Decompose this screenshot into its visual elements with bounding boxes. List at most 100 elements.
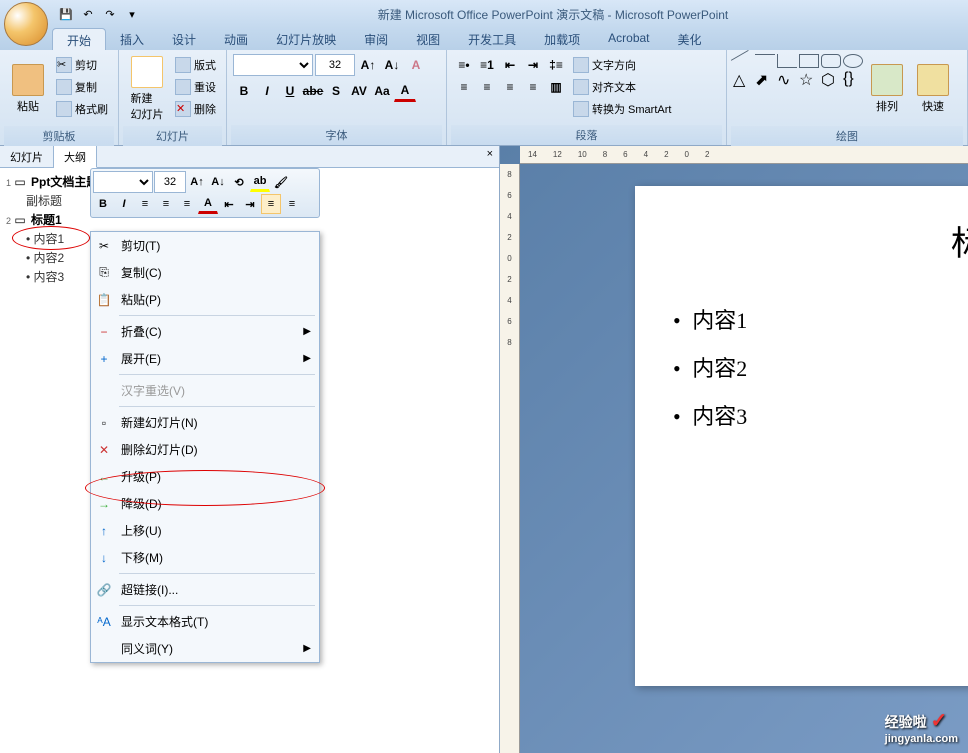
slide-canvas[interactable]: 标 内容1 内容2 内容3 bbox=[635, 186, 968, 686]
tab-addins[interactable]: 加载项 bbox=[530, 28, 594, 50]
line-spacing-button[interactable]: ‡≡ bbox=[545, 54, 567, 76]
grow-font-button[interactable]: A↑ bbox=[357, 54, 379, 76]
bold-button[interactable]: B bbox=[233, 80, 255, 102]
shape-line2-icon[interactable] bbox=[755, 54, 775, 68]
ctx-new-slide[interactable]: ▫新建幻灯片(N) bbox=[91, 409, 319, 436]
office-button[interactable] bbox=[4, 2, 48, 46]
delete-slide-button[interactable]: ✕删除 bbox=[171, 98, 220, 120]
shape-brace-icon[interactable]: {} bbox=[843, 70, 863, 84]
shape-conn-icon[interactable] bbox=[777, 54, 797, 68]
justify-button[interactable]: ≡ bbox=[522, 76, 544, 98]
tab-review[interactable]: 审阅 bbox=[350, 28, 402, 50]
mini-font-select[interactable] bbox=[93, 171, 153, 193]
change-case-button[interactable]: Aa bbox=[371, 80, 393, 102]
ctx-collapse[interactable]: −折叠(C)▶ bbox=[91, 318, 319, 345]
increase-indent-button[interactable]: ⇥ bbox=[522, 54, 544, 76]
shape-curve-icon[interactable]: ∿ bbox=[777, 70, 797, 84]
tab-animation[interactable]: 动画 bbox=[210, 28, 262, 50]
cut-button[interactable]: ✂剪切 bbox=[52, 54, 112, 76]
mini-italic[interactable]: I bbox=[114, 194, 134, 214]
tab-slideshow[interactable]: 幻灯片放映 bbox=[262, 28, 350, 50]
mini-numbering[interactable]: ≡ bbox=[282, 194, 302, 214]
panel-tab-outline[interactable]: 大纲 bbox=[54, 146, 97, 168]
mini-size-select[interactable] bbox=[154, 171, 186, 193]
tab-acrobat[interactable]: Acrobat bbox=[594, 28, 663, 50]
slide-2-title[interactable]: 标题1 bbox=[31, 213, 62, 227]
text-direction-button[interactable]: 文字方向 bbox=[569, 54, 675, 76]
font-color-button[interactable]: A bbox=[394, 80, 416, 102]
shadow-button[interactable]: S bbox=[325, 80, 347, 102]
strikethrough-button[interactable]: abe bbox=[302, 80, 324, 102]
mini-font-color[interactable]: A bbox=[198, 194, 218, 214]
ctx-move-down[interactable]: ↓下移(M) bbox=[91, 544, 319, 571]
ctx-demote[interactable]: →降级(D) bbox=[91, 490, 319, 517]
mini-dec-indent[interactable]: ⇤ bbox=[219, 194, 239, 214]
qat-dropdown[interactable]: ▾ bbox=[122, 4, 142, 24]
ctx-cut[interactable]: ✂剪切(T) bbox=[91, 232, 319, 259]
align-center-button[interactable]: ≡ bbox=[476, 76, 498, 98]
ctx-delete-slide[interactable]: ✕删除幻灯片(D) bbox=[91, 436, 319, 463]
ctx-move-up[interactable]: ↑上移(U) bbox=[91, 517, 319, 544]
reset-button[interactable]: 重设 bbox=[171, 76, 220, 98]
shape-line-icon[interactable] bbox=[731, 50, 755, 72]
mini-clear-fmt[interactable]: ⟲ bbox=[229, 172, 249, 192]
font-size-select[interactable] bbox=[315, 54, 355, 76]
mini-align-right[interactable]: ≡ bbox=[177, 194, 197, 214]
numbering-button[interactable]: ≡1 bbox=[476, 54, 498, 76]
new-slide-button[interactable]: 新建 幻灯片 bbox=[125, 54, 169, 124]
tab-beautify[interactable]: 美化 bbox=[664, 28, 716, 50]
tab-dev[interactable]: 开发工具 bbox=[454, 28, 530, 50]
italic-button[interactable]: I bbox=[256, 80, 278, 102]
ctx-expand[interactable]: +展开(E)▶ bbox=[91, 345, 319, 372]
mini-inc-indent[interactable]: ⇥ bbox=[240, 194, 260, 214]
quick-styles-button[interactable]: 快速 bbox=[911, 54, 955, 124]
shape-star-icon[interactable]: ☆ bbox=[799, 70, 819, 84]
align-left-button[interactable]: ≡ bbox=[453, 76, 475, 98]
format-painter-button[interactable]: 格式刷 bbox=[52, 98, 112, 120]
horizontal-ruler[interactable]: 141210864202 bbox=[520, 146, 968, 164]
align-text-button[interactable]: 对齐文本 bbox=[569, 76, 675, 98]
slide-bullet-2[interactable]: 内容2 bbox=[655, 343, 968, 391]
shape-oval-icon[interactable] bbox=[843, 54, 863, 68]
columns-button[interactable]: ▥ bbox=[545, 76, 567, 98]
mini-align-left[interactable]: ≡ bbox=[135, 194, 155, 214]
ctx-paste[interactable]: 📋粘贴(P) bbox=[91, 286, 319, 313]
shape-rrect-icon[interactable] bbox=[821, 54, 841, 68]
paste-button[interactable]: 粘贴 bbox=[6, 54, 50, 124]
ctx-hyperlink[interactable]: 🔗超链接(I)... bbox=[91, 576, 319, 603]
save-button[interactable]: 💾 bbox=[56, 4, 76, 24]
redo-button[interactable]: ↷ bbox=[100, 4, 120, 24]
copy-button[interactable]: 复制 bbox=[52, 76, 112, 98]
shape-arrow-icon[interactable]: ⬈ bbox=[755, 70, 775, 84]
align-right-button[interactable]: ≡ bbox=[499, 76, 521, 98]
mini-align-center[interactable]: ≡ bbox=[156, 194, 176, 214]
font-family-select[interactable] bbox=[233, 54, 313, 76]
arrange-button[interactable]: 排列 bbox=[865, 54, 909, 124]
ctx-synonyms[interactable]: 同义词(Y)▶ bbox=[91, 635, 319, 662]
ctx-copy[interactable]: ⎘复制(C) bbox=[91, 259, 319, 286]
char-spacing-button[interactable]: AV bbox=[348, 80, 370, 102]
shape-rect-icon[interactable] bbox=[799, 54, 819, 68]
decrease-indent-button[interactable]: ⇤ bbox=[499, 54, 521, 76]
shape-tri-icon[interactable]: △ bbox=[733, 70, 753, 84]
smartart-button[interactable]: 转换为 SmartArt bbox=[569, 98, 675, 120]
panel-tab-slides[interactable]: 幻灯片 bbox=[0, 146, 54, 167]
panel-close-button[interactable]: × bbox=[481, 146, 499, 167]
underline-button[interactable]: U bbox=[279, 80, 301, 102]
shrink-font-button[interactable]: A↓ bbox=[381, 54, 403, 76]
bullets-button[interactable]: ≡• bbox=[453, 54, 475, 76]
outline-body[interactable]: 1 ▭ Ppt文档主题 副标题 2 ▭ 标题1 内容1 内容2 内容3 A↑ bbox=[0, 168, 499, 753]
mini-bullets[interactable]: ≡ bbox=[261, 194, 281, 214]
slide-1-title[interactable]: Ppt文档主题 bbox=[31, 175, 98, 189]
ctx-show-fmt[interactable]: ᴬA显示文本格式(T) bbox=[91, 608, 319, 635]
clear-format-button[interactable]: A bbox=[405, 54, 427, 76]
tab-home[interactable]: 开始 bbox=[52, 28, 106, 50]
tab-insert[interactable]: 插入 bbox=[106, 28, 158, 50]
ctx-promote[interactable]: ←升级(P) bbox=[91, 463, 319, 490]
vertical-ruler[interactable]: 864202468 bbox=[500, 164, 520, 753]
mini-grow-font[interactable]: A↑ bbox=[187, 172, 207, 192]
tab-view[interactable]: 视图 bbox=[402, 28, 454, 50]
slide-title-text[interactable]: 标 bbox=[655, 216, 968, 265]
shape-hex-icon[interactable]: ⬡ bbox=[821, 70, 841, 84]
mini-highlight[interactable]: ab bbox=[250, 172, 270, 192]
